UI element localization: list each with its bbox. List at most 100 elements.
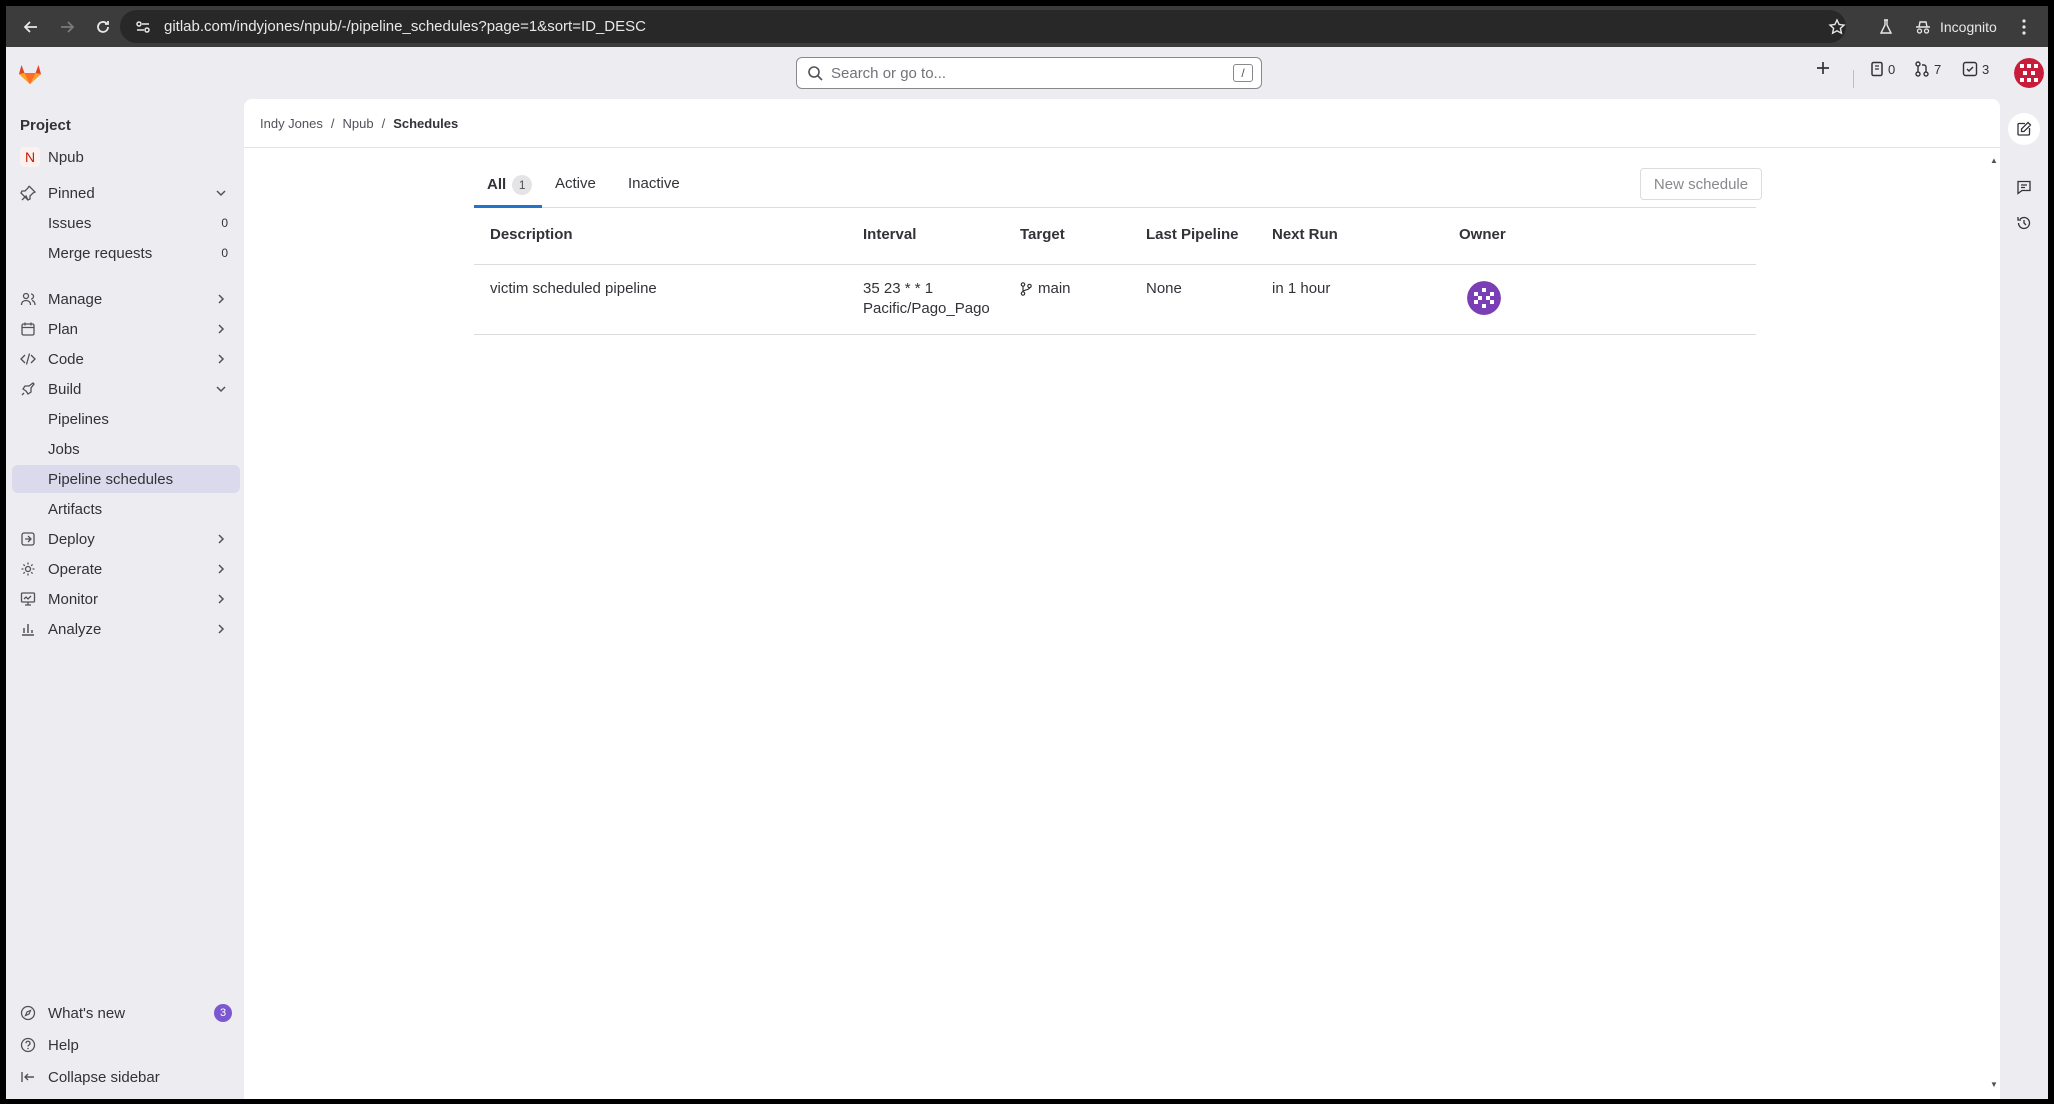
sidebar-item-label: Code — [48, 350, 84, 368]
forward-icon[interactable] — [54, 14, 80, 40]
breadcrumb-item-current[interactable]: Schedules — [393, 116, 458, 131]
sidebar-item-label: Deploy — [48, 530, 95, 548]
compass-icon — [20, 1005, 36, 1021]
breadcrumb-divider — [244, 147, 2000, 148]
sidebar-item-label: Jobs — [48, 440, 80, 458]
table-header: Description Interval Target Last Pipelin… — [474, 209, 1756, 265]
sidebar-item-label: Analyze — [48, 620, 102, 638]
history-icon[interactable] — [2010, 209, 2038, 237]
pin-icon — [20, 185, 36, 201]
users-icon — [20, 292, 36, 306]
edit-icon[interactable] — [2008, 113, 2040, 145]
sidebar-section-title: Project — [20, 117, 71, 134]
sidebar-item-operate[interactable]: Operate — [12, 555, 240, 583]
sidebar-item-merge-requests[interactable]: Merge requests 0 — [12, 239, 240, 267]
tab-inactive[interactable]: Inactive — [628, 175, 680, 192]
bookmark-star-icon[interactable] — [1828, 14, 1846, 40]
merge-request-icon — [1915, 61, 1929, 77]
merge-requests-count: 7 — [1934, 61, 1942, 77]
sidebar-item-label: Pipelines — [48, 410, 109, 428]
sidebar-item-deploy[interactable]: Deploy — [12, 525, 240, 553]
browser-menu-icon[interactable] — [2022, 14, 2026, 40]
breadcrumb-item-user[interactable]: Indy Jones — [260, 116, 323, 131]
sidebar-item-label: Monitor — [48, 590, 99, 608]
new-schedule-button[interactable]: New schedule — [1640, 168, 1762, 200]
sidebar-item-label: Collapse sidebar — [48, 1068, 160, 1086]
create-new-icon[interactable] — [1816, 61, 1830, 75]
project-avatar: N — [20, 147, 40, 167]
back-icon[interactable] — [18, 14, 44, 40]
sidebar-item-plan[interactable]: Plan — [12, 315, 240, 343]
schedule-tabs: All 1 Active Inactive — [474, 163, 1756, 208]
main-content: Indy Jones / Npub / Schedules All 1 Activ… — [244, 99, 2000, 1099]
project-name: Npub — [48, 148, 84, 166]
breadcrumb-item-project[interactable]: Npub — [343, 116, 374, 131]
tab-all[interactable]: All 1 — [487, 175, 533, 195]
sidebar-item-analyze[interactable]: Analyze — [12, 615, 240, 643]
sidebar-item-monitor[interactable]: Monitor — [12, 585, 240, 613]
user-avatar[interactable] — [2014, 58, 2044, 88]
sidebar-whats-new[interactable]: What's new 3 — [12, 999, 240, 1027]
search-input[interactable]: Search or go to... / — [796, 57, 1262, 89]
sidebar-item-label: Help — [48, 1036, 79, 1054]
sidebar-item-label: Pipeline schedules — [48, 470, 174, 488]
sidebar-item-pipelines[interactable]: Pipelines — [12, 405, 240, 433]
collapse-left-icon — [21, 1072, 34, 1082]
schedule-description: victim scheduled pipeline — [490, 280, 657, 297]
sidebar-item-label: Issues — [48, 214, 92, 232]
owner-avatar[interactable] — [1467, 281, 1501, 315]
chevron-down-icon — [216, 190, 226, 197]
merge-requests-counter-button[interactable]: 7 — [1914, 61, 1941, 77]
chevron-right-icon — [218, 534, 225, 544]
breadcrumb-separator: / — [381, 116, 386, 131]
chevron-right-icon — [218, 294, 225, 304]
scroll-up-arrow[interactable]: ▲ — [1990, 156, 1998, 165]
search-icon — [808, 66, 823, 81]
sidebar-item-manage[interactable]: Manage — [12, 285, 240, 313]
breadcrumb: Indy Jones / Npub / Schedules — [260, 116, 458, 131]
chart-icon — [22, 624, 34, 636]
sidebar-item-jobs[interactable]: Jobs — [12, 435, 240, 463]
planning-calendar-icon — [21, 322, 35, 336]
site-settings-icon[interactable] — [134, 18, 152, 36]
sidebar-project-link[interactable]: N Npub — [12, 143, 240, 171]
schedule-target-link[interactable]: main — [1020, 279, 1071, 299]
feedback-comment-icon[interactable] — [2010, 173, 2038, 201]
sidebar-item-label: What's new — [48, 1004, 126, 1022]
chevron-right-icon — [218, 564, 225, 574]
sidebar-help[interactable]: Help — [12, 1031, 240, 1059]
question-icon — [20, 1037, 36, 1053]
scroll-down-arrow[interactable]: ▼ — [1990, 1080, 1998, 1089]
chevron-right-icon — [218, 354, 225, 364]
sidebar-item-label: Operate — [48, 560, 103, 578]
chevron-right-icon — [218, 594, 225, 604]
issues-counter-button[interactable]: 0 — [1870, 61, 1895, 77]
sidebar-item-pipeline-schedules[interactable]: Pipeline schedules — [12, 465, 240, 493]
labs-flask-icon[interactable] — [1878, 14, 1894, 40]
chevron-right-icon — [218, 324, 225, 334]
reload-icon[interactable] — [90, 14, 116, 40]
sidebar-pinned-section[interactable]: Pinned — [12, 179, 240, 207]
collapse-sidebar-button[interactable]: Collapse sidebar — [12, 1063, 240, 1091]
issues-icon — [1871, 61, 1883, 77]
sidebar-item-code[interactable]: Code — [12, 345, 240, 373]
tab-label: All — [487, 176, 507, 193]
sidebar-item-build[interactable]: Build — [12, 375, 240, 403]
monitor-icon — [20, 592, 36, 606]
sidebar-item-label: Plan — [48, 320, 79, 338]
gitlab-logo-icon[interactable] — [16, 59, 44, 87]
issues-sidebar-count: 0 — [221, 216, 228, 230]
interval-timezone: Pacific/Pago_Pago — [863, 300, 990, 317]
schedule-last-pipeline: None — [1146, 280, 1182, 297]
sidebar-item-artifacts[interactable]: Artifacts — [12, 495, 240, 523]
todos-counter-button[interactable]: 3 — [1962, 61, 1989, 77]
incognito-icon — [1916, 21, 1930, 34]
sidebar-item-issues[interactable]: Issues 0 — [12, 209, 240, 237]
top-bar-divider — [1853, 70, 1854, 88]
breadcrumb-separator: / — [330, 116, 335, 131]
address-bar[interactable]: gitlab.com/indyjones/npub/-/pipeline_sch… — [120, 10, 1846, 43]
table-row: victim scheduled pipeline 35 23 * * 1 Pa… — [474, 265, 1756, 335]
tab-label: Active — [555, 175, 596, 192]
incognito-indicator[interactable]: Incognito — [1914, 14, 1997, 40]
tab-active[interactable]: Active — [555, 175, 596, 192]
